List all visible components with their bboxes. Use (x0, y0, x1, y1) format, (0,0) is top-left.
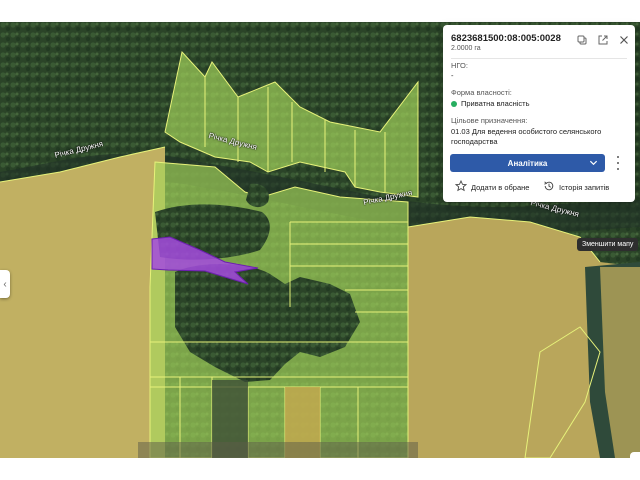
purpose-value-line2: господарства (451, 137, 498, 146)
ownership-value: Приватна власність (461, 99, 530, 108)
request-history-button[interactable]: Історія запитів (543, 180, 609, 194)
analytics-button[interactable]: Аналітика (450, 154, 605, 172)
star-icon (454, 179, 468, 194)
close-icon[interactable] (618, 34, 629, 45)
parcel-area: 2.0000 га (451, 45, 481, 52)
ownership-value-row: Приватна власність (451, 99, 530, 108)
request-history-label: Історія запитів (559, 182, 610, 192)
ngo-label: НГО: (451, 61, 468, 70)
parcel-info-card: 6823681500:08:005:0028 2.0000 га НГО: - … (443, 25, 635, 202)
more-options-icon[interactable] (613, 156, 623, 170)
ownership-label: Форма власності: (451, 88, 512, 97)
add-to-favorites-label: Додати в обране (471, 182, 530, 192)
side-panel-toggle[interactable]: ‹ (0, 270, 10, 298)
header-divider (451, 58, 627, 59)
copy-icon[interactable] (576, 34, 587, 45)
cadastral-number[interactable]: 6823681500:08:005:0028 (451, 33, 561, 44)
external-link-icon[interactable] (597, 34, 608, 45)
ngo-value: - (451, 71, 454, 80)
road-strip (138, 442, 418, 458)
purpose-value-line1: 01.03 Для ведення особистого селянського (451, 127, 602, 136)
purpose-label: Цільове призначення: (451, 116, 528, 125)
history-icon (543, 180, 555, 194)
zoom-handle[interactable] (630, 452, 640, 458)
zoom-out-tooltip: Зменшити мапу (577, 238, 639, 251)
chevron-down-icon (589, 158, 598, 169)
chevron-left-icon: ‹ (3, 278, 7, 290)
add-to-favorites-button[interactable]: Додати в обране (454, 179, 530, 194)
status-dot-icon (451, 101, 457, 108)
analytics-button-label: Аналітика (507, 158, 548, 168)
